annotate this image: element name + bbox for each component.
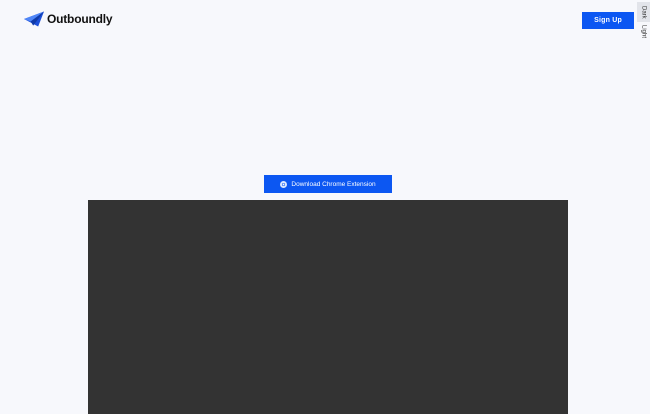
theme-switch: Dark Light	[637, 2, 650, 42]
video-player[interactable]	[88, 200, 568, 414]
brand-name: Outboundly	[47, 12, 113, 26]
theme-option-light[interactable]: Light	[637, 22, 650, 42]
chrome-icon	[280, 180, 288, 188]
brand-logo-link[interactable]: Outboundly	[24, 11, 113, 27]
download-chrome-extension-button[interactable]: Download Chrome Extension	[264, 175, 392, 193]
paper-plane-icon	[24, 11, 44, 27]
download-button-label: Download Chrome Extension	[291, 180, 376, 188]
sign-up-button[interactable]: Sign Up	[582, 12, 634, 29]
theme-option-dark[interactable]: Dark	[637, 2, 650, 22]
header: Outboundly Sign Up Dark Light	[0, 0, 650, 40]
